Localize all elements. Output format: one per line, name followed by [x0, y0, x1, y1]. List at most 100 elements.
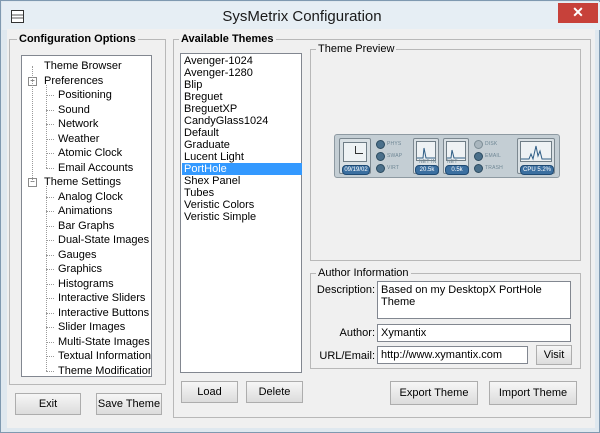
- tree-item[interactable]: Theme Modification: [58, 364, 151, 377]
- virt-label: VIRT: [387, 165, 400, 171]
- client-area: Configuration Options Theme Browser Prefe…: [7, 29, 595, 428]
- memory-module: PHYS SWAP VIRT: [376, 139, 408, 175]
- tree-connector: [46, 240, 54, 241]
- tree-connector: [46, 95, 54, 96]
- tree-item[interactable]: Analog Clock: [58, 190, 123, 204]
- import-theme-button[interactable]: Import Theme: [489, 381, 577, 405]
- theme-list-item[interactable]: Default: [182, 127, 302, 139]
- config-options-label: Configuration Options: [17, 33, 138, 45]
- tree-item[interactable]: Textual Information: [58, 349, 151, 363]
- net-in-graph: NET IN 20.5k: [413, 138, 439, 175]
- title-bar[interactable]: SysMetrix Configuration ✕: [2, 2, 600, 30]
- disk-label: DISK: [485, 141, 498, 147]
- trash-indicator: [474, 164, 483, 173]
- url-field[interactable]: http://www.xymantix.com: [377, 346, 528, 364]
- export-theme-button[interactable]: Export Theme: [390, 381, 478, 405]
- tree-connector: [46, 312, 54, 314]
- tree-item[interactable]: Sound: [58, 103, 90, 117]
- theme-list-item[interactable]: Blip: [182, 79, 302, 91]
- theme-list-item[interactable]: Lucent Light: [182, 151, 302, 163]
- trash-label: TRASH: [485, 165, 503, 171]
- visit-button[interactable]: Visit: [536, 345, 572, 365]
- tree-item[interactable]: Interactive Sliders: [58, 291, 145, 305]
- disk-indicator: [474, 140, 483, 149]
- tree-connector: [46, 225, 54, 227]
- tree-connector: [46, 211, 54, 212]
- theme-list[interactable]: Avenger-1024 Avenger-1280 Blip Breguet Bregu…: [180, 53, 302, 373]
- tree-connector: [46, 124, 54, 125]
- cpu-readout: CPU 5.2%: [520, 165, 554, 175]
- net-in-readout: 20.5k: [415, 165, 439, 175]
- tree-item[interactable]: Multi-State Images: [58, 335, 150, 349]
- tree-item[interactable]: Positioning: [58, 88, 112, 102]
- theme-list-item[interactable]: Veristic Colors: [182, 199, 302, 211]
- tree-item[interactable]: Histograms: [58, 277, 114, 291]
- tree-item[interactable]: Animations: [58, 204, 112, 218]
- delete-button[interactable]: Delete: [246, 381, 303, 403]
- config-options-tree[interactable]: Theme Browser Preferences − Positioning Soun…: [21, 55, 152, 377]
- tree-connector: [32, 66, 33, 182]
- description-label: Description:: [316, 284, 375, 296]
- theme-list-item[interactable]: Breguet: [182, 91, 302, 103]
- tree-item[interactable]: Atomic Clock: [58, 146, 122, 160]
- tree-item[interactable]: Dual-State Images: [58, 233, 149, 247]
- tree-item[interactable]: Graphics: [58, 262, 102, 276]
- author-label: Author:: [339, 327, 375, 339]
- tree-item[interactable]: Theme Browser: [44, 59, 122, 73]
- tree-connector: [46, 138, 54, 140]
- phys-label: PHYS: [387, 141, 402, 147]
- tree-item[interactable]: Bar Graphs: [58, 219, 114, 233]
- save-theme-button[interactable]: Save Theme: [96, 393, 162, 415]
- theme-list-item[interactable]: CandyGlass1024: [182, 115, 302, 127]
- theme-list-item[interactable]: Veristic Simple: [182, 211, 302, 223]
- tree-item[interactable]: Gauges: [58, 248, 97, 262]
- theme-list-item[interactable]: Shex Panel: [182, 175, 302, 187]
- tree-connector: [46, 327, 54, 328]
- theme-list-item[interactable]: Tubes: [182, 187, 302, 199]
- theme-list-item[interactable]: BreguetXP: [182, 103, 302, 115]
- email-indicator: [474, 152, 483, 161]
- tree-item[interactable]: Slider Images: [58, 320, 125, 334]
- tree-item[interactable]: Weather: [58, 132, 99, 146]
- window-title: SysMetrix Configuration: [222, 8, 382, 25]
- drive-module: DISK EMAIL TRASH: [474, 139, 510, 175]
- swap-label: SWAP: [387, 153, 403, 159]
- window-frame: SysMetrix Configuration ✕ Configuration …: [0, 0, 600, 433]
- tree-connector: [46, 254, 54, 256]
- tree-connector: [46, 109, 54, 111]
- theme-list-item[interactable]: Avenger-1280: [182, 67, 302, 79]
- tree-connector: [46, 153, 54, 154]
- author-field[interactable]: Xymantix: [377, 324, 571, 342]
- theme-preview-label: Theme Preview: [316, 43, 397, 55]
- tree-connector: [46, 283, 54, 285]
- email-label: EMAIL: [485, 153, 502, 159]
- tree-item[interactable]: Preferences: [44, 74, 103, 88]
- tree-connector: [46, 269, 54, 270]
- tree-connector: [46, 298, 54, 299]
- tree-item[interactable]: Theme Settings: [44, 175, 121, 189]
- preview-widget: 09/19/02 PHYS SWAP VIRT NET IN 20.5k NET…: [334, 134, 560, 178]
- close-button[interactable]: ✕: [558, 3, 598, 23]
- tree-item[interactable]: Email Accounts: [58, 161, 133, 175]
- exit-button[interactable]: Exit: [15, 393, 81, 415]
- tree-connector: [46, 341, 54, 343]
- swap-indicator: [376, 152, 385, 161]
- clock-module: 09/19/02: [339, 138, 371, 175]
- load-button[interactable]: Load: [181, 381, 238, 403]
- phys-indicator: [376, 140, 385, 149]
- tree-item[interactable]: Interactive Buttons: [58, 306, 149, 320]
- theme-list-item[interactable]: Avenger-1024: [182, 55, 302, 67]
- url-label: URL/Email:: [319, 350, 375, 362]
- net-out-graph: NET OUT 0.5k: [443, 138, 469, 175]
- theme-list-item[interactable]: PortHole: [182, 163, 302, 175]
- tree-connector: [46, 84, 47, 168]
- tree-item[interactable]: Network: [58, 117, 98, 131]
- tree-connector: [46, 356, 54, 357]
- cpu-graph: CPU 5.2%: [517, 138, 555, 175]
- theme-list-item[interactable]: Graduate: [182, 139, 302, 151]
- available-themes-label: Available Themes: [179, 33, 276, 45]
- net-out-readout: 0.5k: [445, 165, 469, 175]
- clock-readout: 09/19/02: [342, 165, 370, 175]
- description-field[interactable]: Based on my DesktopX PortHole Theme: [377, 281, 571, 319]
- tree-connector: [46, 370, 54, 372]
